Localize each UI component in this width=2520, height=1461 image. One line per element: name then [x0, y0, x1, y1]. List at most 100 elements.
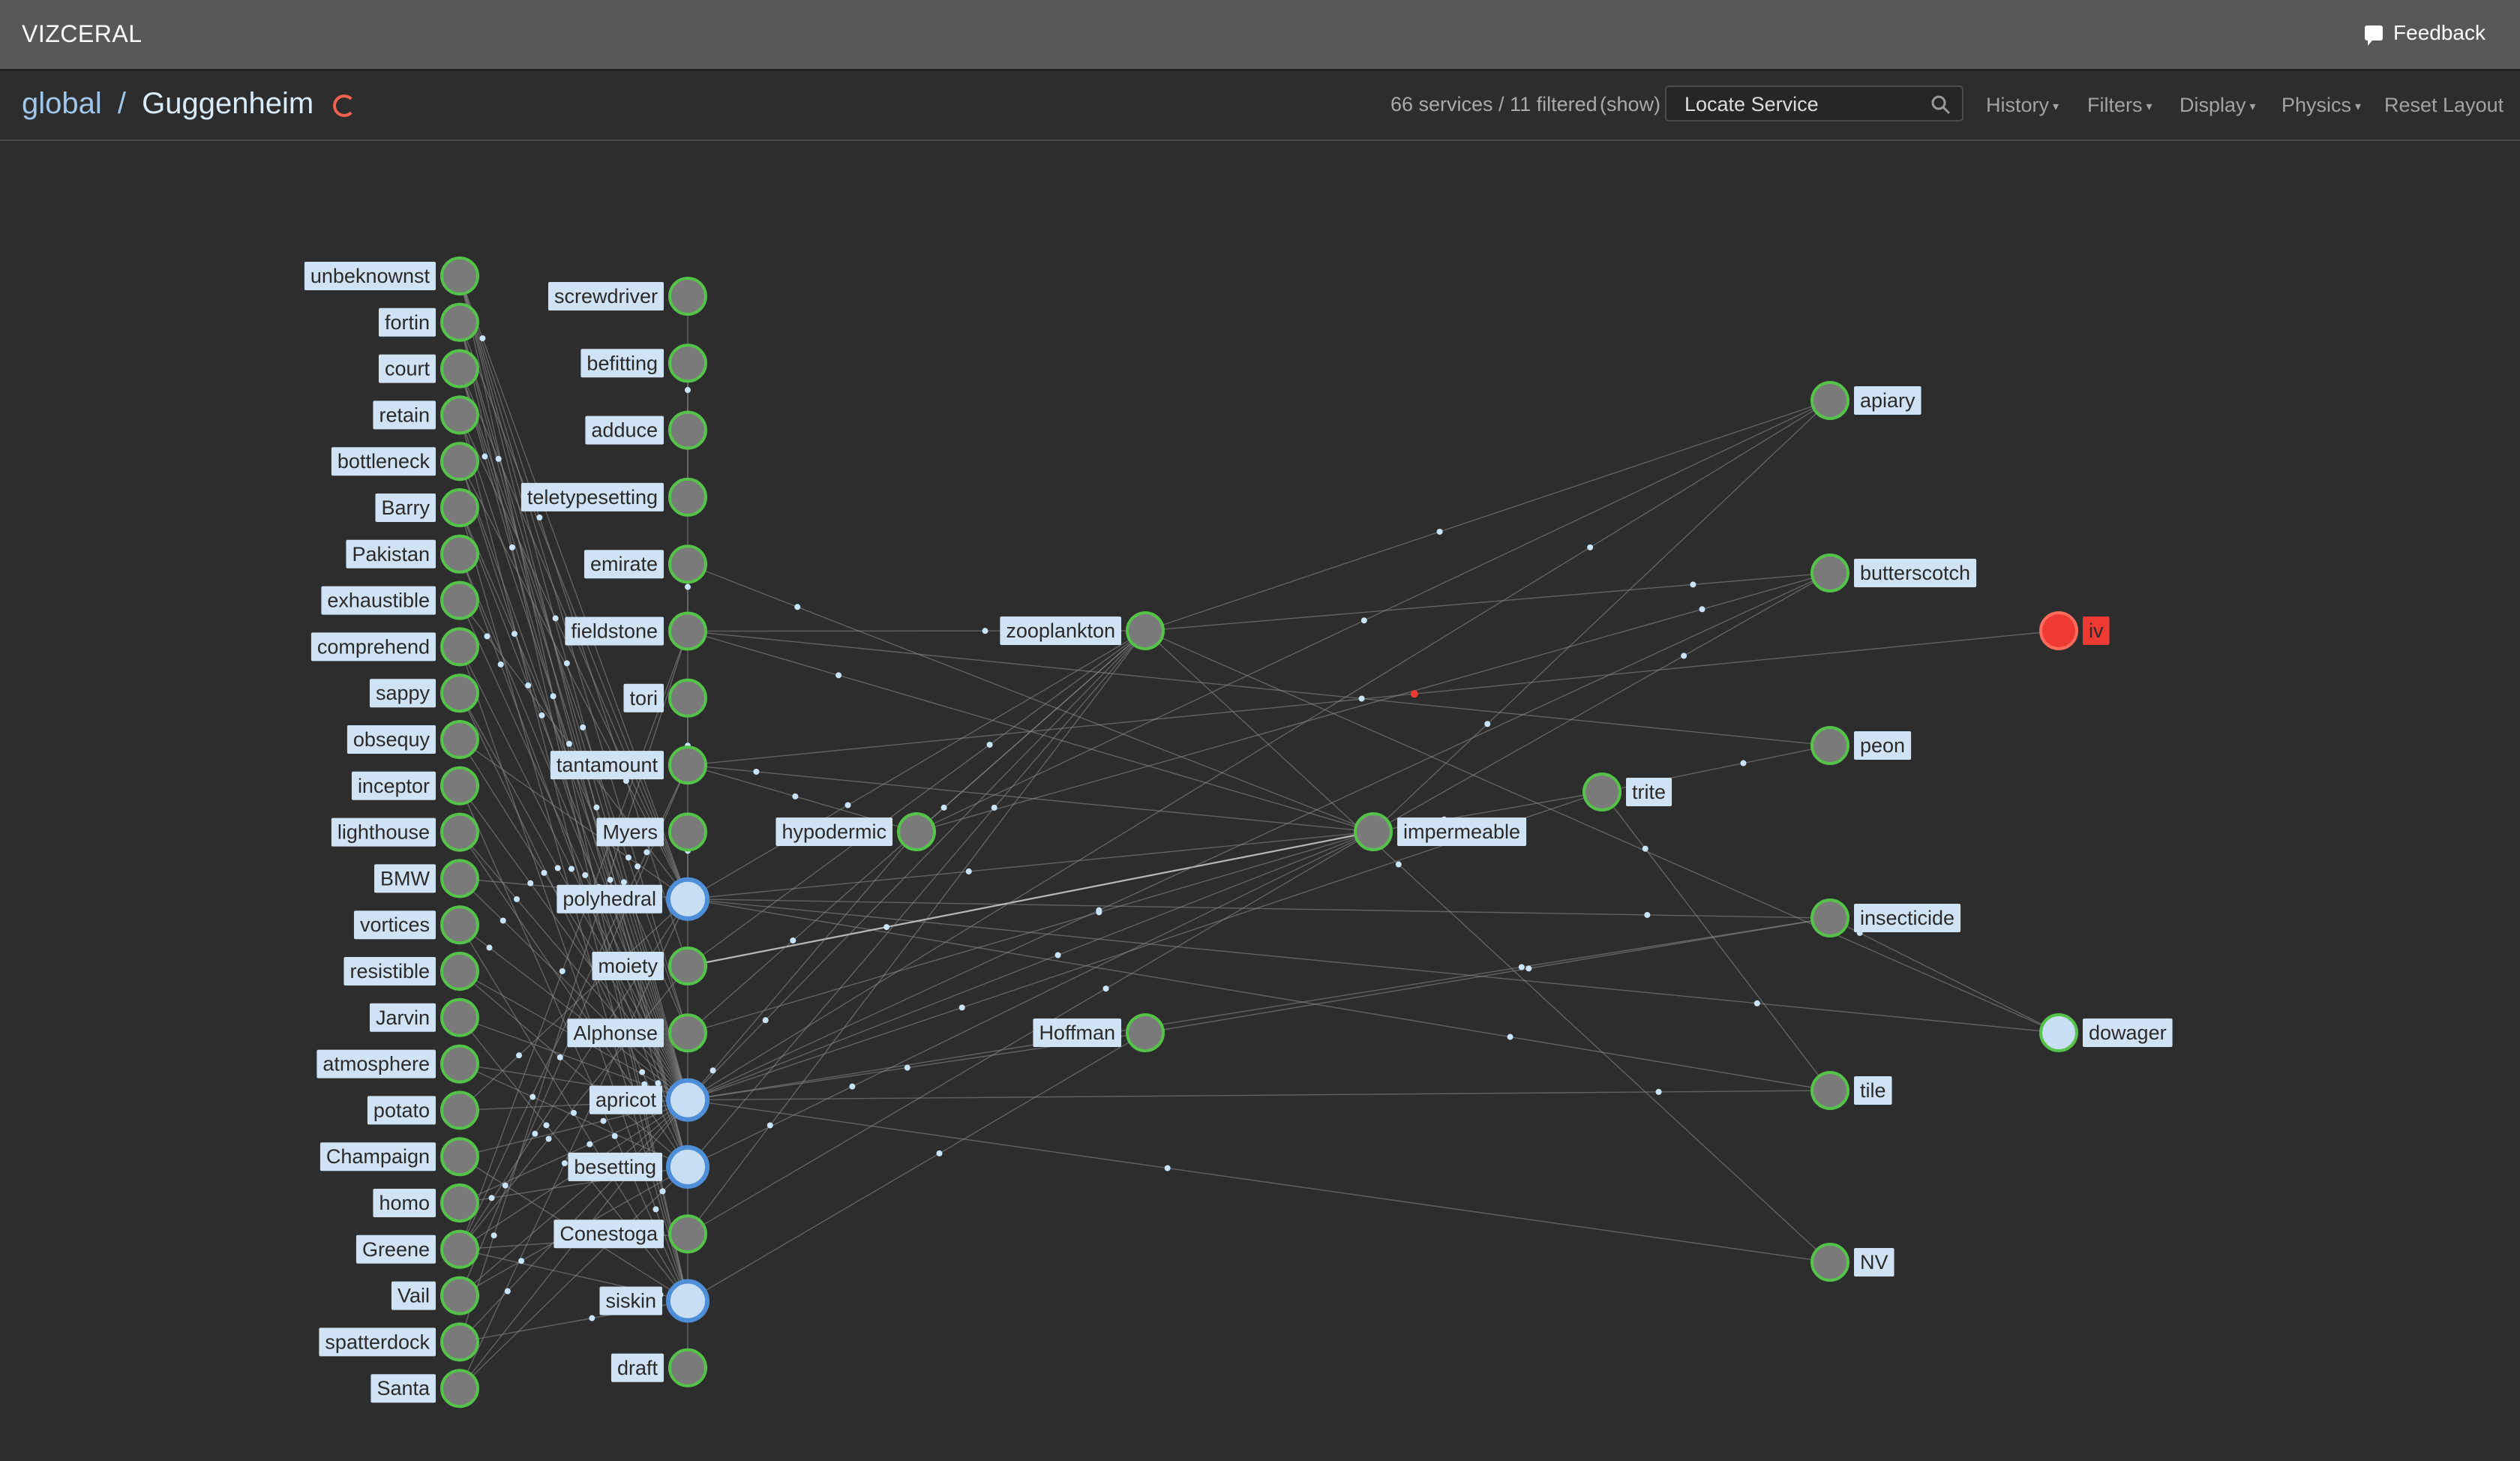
node-circle[interactable]	[668, 544, 707, 584]
node-label-Hoffman[interactable]: Hoffman	[1039, 1022, 1115, 1044]
node-circle[interactable]	[440, 1044, 479, 1084]
node-Myers[interactable]: Myers	[596, 812, 707, 852]
node-circle[interactable]	[440, 1229, 479, 1269]
node-circle[interactable]	[1810, 726, 1850, 765]
node-circle[interactable]	[440, 766, 479, 806]
history-menu[interactable]: History ▾	[1986, 94, 2059, 117]
node-befitting[interactable]: befitting	[580, 344, 707, 383]
node-atmosphere[interactable]: atmosphere	[316, 1044, 479, 1084]
node-circle[interactable]	[440, 1137, 479, 1177]
node-Pakistan[interactable]: Pakistan	[346, 534, 479, 574]
node-circle[interactable]	[666, 1078, 710, 1122]
node-label-BMW[interactable]: BMW	[380, 867, 430, 890]
node-label-unbeknownst[interactable]: unbeknownst	[310, 265, 430, 287]
node-besetting[interactable]: besetting	[568, 1144, 710, 1189]
node-label-peon[interactable]: peon	[1860, 734, 1905, 757]
node-circle[interactable]	[440, 674, 479, 713]
node-adduce[interactable]: adduce	[585, 410, 707, 450]
node-circle[interactable]	[440, 627, 479, 667]
node-label-inceptor[interactable]: inceptor	[358, 775, 430, 797]
node-comprehend[interactable]: comprehend	[310, 627, 479, 667]
node-label-obsequy[interactable]: obsequy	[353, 728, 430, 751]
node-label-homo[interactable]: homo	[379, 1192, 430, 1214]
node-peon[interactable]: peon	[1810, 726, 1912, 765]
node-Greene[interactable]: Greene	[356, 1229, 479, 1269]
node-label-teletypesetting[interactable]: teletypesetting	[527, 486, 658, 508]
node-circle[interactable]	[440, 302, 479, 342]
node-label-adduce[interactable]: adduce	[591, 419, 658, 442]
node-circle[interactable]	[668, 410, 707, 450]
node-label-zooplankton[interactable]: zooplankton	[1006, 620, 1115, 642]
node-label-Conestoga[interactable]: Conestoga	[560, 1222, 658, 1245]
node-circle[interactable]	[1582, 772, 1622, 812]
node-label-tile[interactable]: tile	[1860, 1079, 1886, 1102]
node-trite[interactable]: trite	[1582, 772, 1672, 812]
node-label-hypodermic[interactable]: hypodermic	[782, 820, 886, 843]
node-label-apiary[interactable]: apiary	[1860, 389, 1916, 412]
node-screwdriver[interactable]: screwdriver	[548, 277, 707, 316]
node-obsequy[interactable]: obsequy	[346, 720, 479, 759]
node-exhaustible[interactable]: exhaustible	[321, 580, 479, 620]
node-tori[interactable]: tori	[623, 678, 707, 718]
node-circle[interactable]	[1810, 554, 1850, 592]
node-apiary[interactable]: apiary	[1810, 381, 1922, 420]
node-circle[interactable]	[666, 1144, 710, 1189]
node-fortin[interactable]: fortin	[378, 302, 479, 342]
node-iv[interactable]: iv	[2039, 611, 2110, 650]
physics-menu[interactable]: Physics ▾	[2282, 94, 2361, 117]
node-label-screwdriver[interactable]: screwdriver	[554, 285, 658, 308]
node-circle[interactable]	[440, 952, 479, 991]
node-label-Pakistan[interactable]: Pakistan	[352, 543, 430, 566]
node-label-exhaustible[interactable]: exhaustible	[327, 590, 430, 612]
node-label-iv[interactable]: iv	[2089, 620, 2104, 642]
node-circle[interactable]	[897, 812, 936, 851]
node-homo[interactable]: homo	[373, 1184, 479, 1222]
node-circle[interactable]	[440, 488, 479, 527]
node-label-Vail[interactable]: Vail	[398, 1285, 430, 1307]
node-retain[interactable]: retain	[373, 395, 479, 435]
node-circle[interactable]	[668, 1013, 707, 1053]
node-circle[interactable]	[440, 720, 479, 759]
node-circle[interactable]	[440, 1184, 479, 1222]
node-label-Greene[interactable]: Greene	[362, 1238, 430, 1261]
node-circle[interactable]	[440, 812, 479, 852]
node-circle[interactable]	[668, 1214, 707, 1254]
node-Jarvin[interactable]: Jarvin	[369, 998, 479, 1037]
node-moiety[interactable]: moiety	[592, 946, 707, 986]
node-label-court[interactable]: court	[385, 358, 430, 380]
node-Santa[interactable]: Santa	[370, 1369, 479, 1408]
node-sappy[interactable]: sappy	[369, 674, 479, 713]
node-Conestoga[interactable]: Conestoga	[554, 1214, 707, 1254]
node-circle[interactable]	[440, 1369, 479, 1408]
node-circle[interactable]	[440, 395, 479, 435]
node-circle[interactable]	[440, 859, 479, 898]
app-brand[interactable]: VIZCERAL	[22, 20, 142, 48]
node-label-resistible[interactable]: resistible	[350, 960, 430, 982]
locate-service-input[interactable]	[1683, 92, 1911, 117]
node-tantamount[interactable]: tantamount	[550, 746, 707, 785]
node-circle[interactable]	[2039, 611, 2078, 650]
node-circle[interactable]	[1126, 1013, 1165, 1052]
node-NV[interactable]: NV	[1810, 1243, 1894, 1282]
node-emirate[interactable]: emirate	[584, 544, 707, 584]
node-inceptor[interactable]: inceptor	[351, 766, 479, 806]
node-circle[interactable]	[668, 678, 707, 718]
node-label-tantamount[interactable]: tantamount	[556, 754, 658, 776]
node-hypodermic[interactable]: hypodermic	[776, 812, 936, 851]
node-label-potato[interactable]: potato	[374, 1099, 430, 1121]
node-label-Alphonse[interactable]: Alphonse	[573, 1022, 658, 1044]
node-label-NV[interactable]: NV	[1860, 1251, 1888, 1274]
node-circle[interactable]	[440, 998, 479, 1037]
node-circle[interactable]	[1810, 898, 1850, 938]
node-Champaign[interactable]: Champaign	[320, 1137, 479, 1177]
node-siskin[interactable]: siskin	[599, 1279, 710, 1323]
node-zooplankton[interactable]: zooplankton	[1000, 611, 1165, 650]
node-label-bottleneck[interactable]: bottleneck	[338, 450, 430, 472]
node-label-retain[interactable]: retain	[379, 404, 430, 426]
node-circle[interactable]	[440, 580, 479, 620]
node-label-siskin[interactable]: siskin	[605, 1290, 656, 1312]
node-label-Santa[interactable]: Santa	[376, 1377, 430, 1400]
node-teletypesetting[interactable]: teletypesetting	[520, 477, 707, 517]
node-circle[interactable]	[1126, 611, 1165, 650]
node-lighthouse[interactable]: lighthouse	[331, 812, 479, 852]
